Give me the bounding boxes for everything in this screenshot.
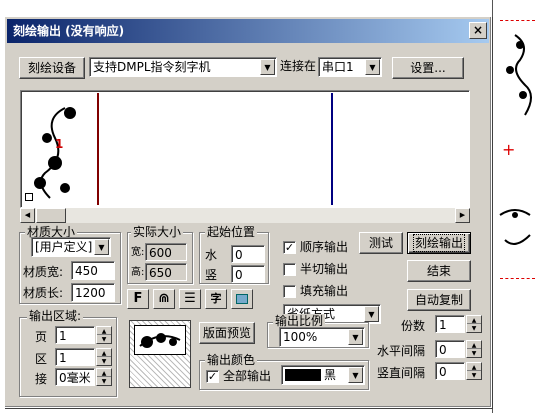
start-h-input[interactable]: 0 — [231, 245, 265, 263]
canvas-border — [492, 0, 493, 413]
start-h-label: 水 — [205, 248, 218, 262]
chevron-down-icon[interactable]: ▼ — [364, 306, 379, 322]
fill-checkbox[interactable] — [283, 285, 296, 298]
chevron-down-icon[interactable]: ▼ — [365, 59, 380, 75]
v-gap-input[interactable]: 0 — [435, 362, 465, 380]
material-length-input[interactable]: 1200 — [71, 283, 115, 302]
cut-guide-line — [500, 20, 535, 21]
page-divider — [331, 93, 333, 205]
start-v-label: 竖 — [205, 268, 218, 282]
area-input[interactable]: 1 — [55, 348, 95, 366]
test-button[interactable]: 测试 — [359, 232, 403, 254]
all-output-label: 全部输出 — [223, 369, 272, 383]
device-button[interactable]: 刻绘设备 — [19, 57, 85, 79]
color-swatch — [285, 369, 321, 381]
port-select[interactable]: 串口1 ▼ — [318, 57, 382, 77]
chevron-down-icon[interactable]: ▼ — [260, 59, 275, 75]
thumbnail-artwork — [134, 325, 186, 355]
join-spinner[interactable]: ▲ ▼ — [96, 368, 112, 386]
start-position-label: 起始位置 — [205, 225, 258, 239]
layout-thumbnail — [129, 320, 191, 388]
floral-artwork — [499, 209, 531, 245]
layout-preview-button[interactable]: 版面预览 — [199, 322, 255, 344]
material-width-input[interactable]: 450 — [71, 261, 115, 280]
connect-label: 连接在 — [280, 59, 317, 73]
page-input[interactable]: 1 — [55, 326, 95, 344]
v-gap-spinner[interactable]: ▲ ▼ — [466, 362, 482, 380]
scroll-left-icon[interactable]: ◀ — [20, 208, 35, 223]
area-spinner[interactable]: ▲ ▼ — [96, 348, 112, 366]
mirror-arch-icon[interactable]: ⋒ — [153, 289, 175, 309]
output-area-label: 输出区域: — [27, 309, 84, 323]
join-label: 接 — [35, 372, 48, 386]
scroll-thumb[interactable] — [36, 208, 66, 223]
page-label: 页 — [35, 330, 48, 344]
device-select-value: 支持DMPL指令刻字机 — [93, 60, 211, 74]
join-input[interactable]: 0毫米 — [55, 368, 95, 386]
window-title: 刻绘输出 (没有响应) — [13, 24, 125, 38]
copies-input[interactable]: 1 — [435, 315, 465, 333]
output-ratio-label: 输出比例 — [273, 314, 326, 328]
ratio-value: 100% — [283, 330, 318, 344]
floral-icon — [139, 333, 181, 348]
floral-thumbnail-icon — [34, 107, 76, 199]
copies-label: 份数 — [401, 319, 426, 333]
plot-output-label: 刻绘输出 — [412, 234, 466, 252]
actual-size-label: 实际大小 — [131, 225, 184, 239]
scroll-right-icon[interactable]: ▶ — [455, 208, 470, 223]
close-button[interactable]: × — [469, 22, 487, 39]
copies-spinner[interactable]: ▲ ▼ — [466, 315, 482, 333]
actual-height-value: 650 — [145, 263, 187, 281]
material-width-label: 材质宽: — [23, 265, 64, 279]
cut-guide-line — [500, 278, 535, 279]
settings-button[interactable]: 设置... — [392, 57, 464, 79]
plot-output-dialog: 刻绘输出 (没有响应) × 刻绘设备 支持DMPL指令刻字机 ▼ 连接在 串口1… — [4, 16, 492, 408]
chevron-down-icon[interactable]: ▼ — [348, 329, 363, 345]
page-spinner[interactable]: ▲ ▼ — [96, 326, 112, 344]
material-length-label: 材质长: — [23, 286, 64, 300]
end-button[interactable]: 结束 — [407, 260, 471, 282]
material-preset-value: [用户定义] — [35, 240, 93, 254]
actual-width-label: 宽: — [131, 247, 145, 258]
page-thumbnail[interactable]: 1 — [23, 93, 99, 205]
half-cut-label: 半切输出 — [300, 262, 349, 276]
device-select[interactable]: 支持DMPL指令刻字机 ▼ — [89, 57, 277, 77]
actual-width-value: 600 — [145, 243, 187, 261]
area-label: 区 — [35, 352, 48, 366]
chevron-down-icon[interactable]: ▼ — [94, 239, 109, 255]
lines-icon[interactable]: ☰ — [179, 289, 201, 309]
h-gap-label: 水平间隔 — [377, 344, 426, 358]
output-color-label: 输出颜色 — [205, 353, 258, 367]
v-gap-label: 竖直间隔 — [377, 366, 426, 380]
title-bar: 刻绘输出 (没有响应) × — [7, 19, 489, 43]
plot-preview-area[interactable]: 1 — [20, 90, 470, 208]
page-number: 1 — [55, 137, 64, 151]
chevron-down-icon[interactable]: ▼ — [348, 367, 363, 383]
material-preset-select[interactable]: [用户定义] ▼ — [31, 237, 111, 257]
text-icon[interactable]: 字 — [205, 289, 227, 309]
half-cut-checkbox[interactable] — [283, 263, 296, 276]
image-icon[interactable] — [231, 289, 253, 309]
mirror-f-icon[interactable]: F — [127, 289, 149, 309]
auto-copy-button[interactable]: 自动复制 — [407, 289, 471, 311]
origin-marker — [25, 193, 33, 201]
preview-scrollbar[interactable]: ◀ ▶ — [20, 208, 470, 223]
ratio-select[interactable]: 100% ▼ — [279, 327, 365, 347]
sequential-label: 顺序输出 — [300, 240, 349, 254]
center-plus-mark: + — [502, 140, 516, 159]
color-select[interactable]: 黑 ▼ — [281, 365, 365, 385]
h-gap-input[interactable]: 0 — [435, 340, 465, 358]
all-output-checkbox[interactable]: ✓ — [206, 370, 219, 383]
fill-label: 填充输出 — [300, 284, 349, 298]
actual-height-label: 高: — [131, 267, 145, 278]
floral-artwork — [506, 34, 532, 116]
color-name: 黑 — [324, 368, 337, 382]
start-v-input[interactable]: 0 — [231, 265, 265, 283]
h-gap-spinner[interactable]: ▲ ▼ — [466, 340, 482, 358]
sequential-checkbox[interactable]: ✓ — [283, 241, 296, 254]
port-select-value: 串口1 — [322, 60, 354, 74]
plot-output-button[interactable]: 刻绘输出 — [407, 232, 471, 254]
